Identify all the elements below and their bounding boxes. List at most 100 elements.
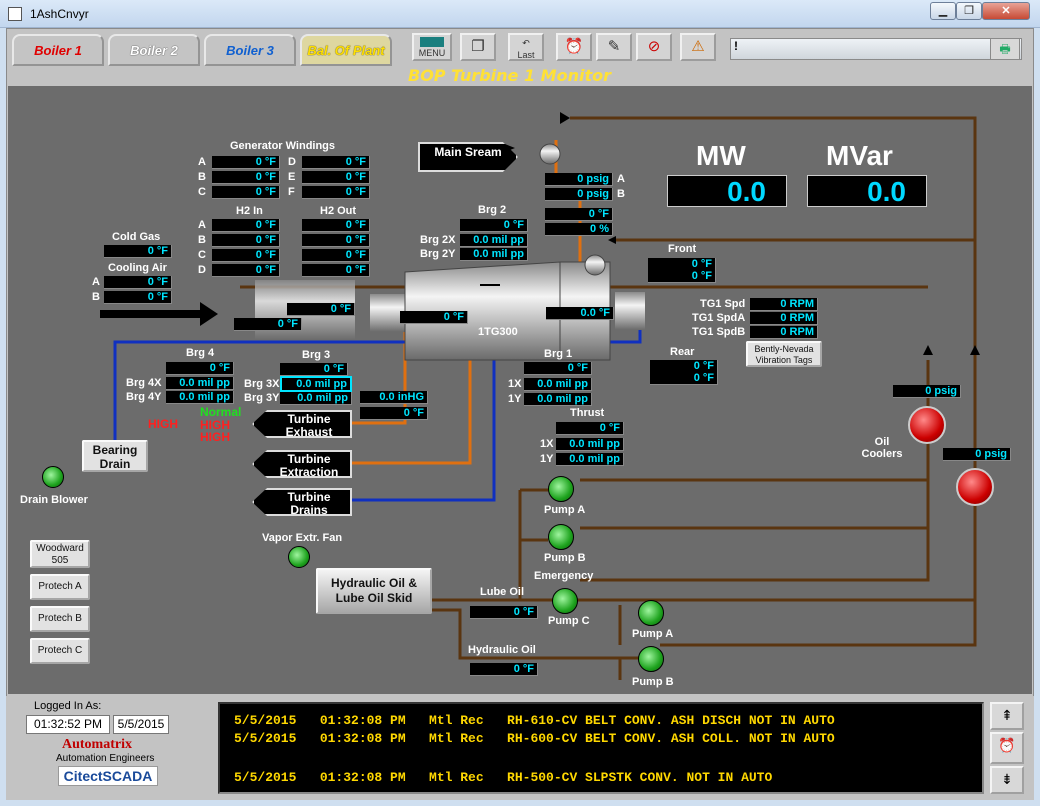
brg4-temp: 0 °F (166, 362, 234, 375)
alarm-row[interactable]: 5/5/2015 01:32:08 PM Mtl Rec RH-610-CV B… (234, 713, 835, 728)
login-date: 5/5/2015 (113, 715, 169, 734)
scroll-up-button[interactable]: ⇞ (990, 702, 1024, 730)
clock-check-icon: ⏰ (998, 737, 1016, 753)
automatrix-logo: Automatrix (62, 737, 132, 752)
vapor-extr-fan-icon[interactable] (288, 546, 310, 568)
brg3-label: Brg 3 (302, 349, 331, 361)
alarm-row[interactable]: 5/5/2015 01:32:08 PM Mtl Rec RH-500-CV S… (234, 770, 772, 785)
tg1-spd-value: 0 RPM (750, 298, 818, 311)
main-steam-pb-label: B (617, 188, 625, 200)
main-steam-link[interactable]: Main Sream (418, 142, 518, 172)
scroll-down-button[interactable]: ⇟ (990, 766, 1024, 794)
pump-b-icon[interactable] (548, 524, 574, 550)
winding-b-value: 0 °F (212, 171, 280, 184)
lube-oil-value: 0 °F (470, 606, 538, 619)
thrust-x-label: 1X (540, 438, 554, 450)
cooling-air-a-value: 0 °F (104, 276, 172, 289)
winding-c-value: 0 °F (212, 186, 280, 199)
hydraulic-pump-b-label: Pump B (632, 676, 674, 688)
scroll-down-icon: ⇟ (1001, 771, 1013, 787)
thrust-x-value: 0.0 mil pp (556, 438, 624, 451)
brg3x-value[interactable]: 0.0 mil pp (280, 376, 352, 392)
tg1-spdb-label: TG1 SpdB (692, 326, 746, 338)
brg2y-value: 0.0 mil pp (460, 248, 528, 261)
h2-label-a: A (198, 219, 206, 231)
winding-label-a: A (198, 156, 206, 168)
pump-c-label: Pump C (548, 615, 590, 627)
front-label: Front (668, 243, 697, 255)
thrust-y-value: 0.0 mil pp (556, 453, 624, 466)
brg3-temp: 0 °F (280, 363, 348, 376)
brg4y-label: Brg 4Y (126, 391, 162, 403)
drain-blower-label: Drain Blower (20, 494, 88, 506)
pump-a-icon[interactable] (548, 476, 574, 502)
h2-out-d: 0 °F (302, 264, 370, 277)
scroll-up-icon: ⇞ (1001, 707, 1013, 723)
oil-cooler-1-pressure: 0 psig (893, 385, 961, 398)
hydraulic-pump-a-label: Pump A (632, 628, 674, 640)
protech-b-button[interactable]: Protech B (30, 606, 90, 632)
cooling-air-label: Cooling Air (108, 262, 167, 274)
thrust-temp: 0 °F (556, 422, 624, 435)
cooling-air-a-label: A (92, 276, 100, 288)
exhaust-temp: 0 °F (360, 407, 428, 420)
pump-a-label: Pump A (544, 504, 586, 516)
brg1-temp: 0 °F (524, 362, 592, 375)
turbine-extraction-link[interactable]: Turbine Extraction (252, 450, 352, 478)
oil-cooler-1-icon (908, 406, 946, 444)
alarm-ack-button[interactable]: ⏰ (990, 732, 1024, 764)
brg2y-label: Brg 2Y (420, 248, 456, 260)
winding-e-value: 0 °F (302, 171, 370, 184)
turbine-temp: 0.0 °F (546, 307, 614, 320)
mw-label: MW (696, 140, 746, 171)
front-temp-2: 0 °F (648, 270, 716, 283)
hydraulic-oil-value: 0 °F (470, 663, 538, 676)
alarm-row[interactable]: 5/5/2015 01:32:08 PM Mtl Rec RH-600-CV B… (234, 731, 835, 746)
tg1-spda-value: 0 RPM (750, 312, 818, 325)
pump-b-label: Pump B (544, 552, 586, 564)
protech-c-button[interactable]: Protech C (30, 638, 90, 664)
main-steam-temp: 0 °F (545, 208, 613, 221)
bearing-drain-button[interactable]: Bearing Drain (82, 440, 148, 472)
hydraulic-oil-label: Hydraulic Oil (468, 644, 536, 656)
brg1y-value: 0.0 mil pp (524, 393, 592, 406)
main-steam-pressure-b: 0 psig (545, 188, 613, 201)
oil-cooler-2-icon (956, 468, 994, 506)
alarm-list: 5/5/2015 01:32:08 PM Mtl Rec RH-610-CV B… (218, 702, 984, 794)
main-steam-pa-label: A (617, 173, 625, 185)
turbine-drains-link[interactable]: Turbine Drains (252, 488, 352, 516)
brg1-label: Brg 1 (544, 348, 573, 360)
emergency-label: Emergency (534, 570, 594, 582)
exhaust-vacuum: 0.0 inHG (360, 391, 428, 404)
h2-in-b: 0 °F (212, 234, 280, 247)
cold-gas-value: 0 °F (104, 245, 172, 258)
turbine-exhaust-link[interactable]: Turbine Exhaust (252, 410, 352, 438)
pump-c-icon[interactable] (552, 588, 578, 614)
bently-nevada-button[interactable]: Bently-Nevada Vibration Tags (746, 341, 822, 367)
status-normal: Normal (200, 405, 242, 419)
mvar-label: MVar (826, 140, 893, 171)
brg2-temp: 0 °F (460, 219, 528, 232)
winding-label-b: B (198, 171, 206, 183)
brg2x-label: Brg 2X (420, 234, 456, 246)
h2-in-a: 0 °F (212, 219, 280, 232)
generator-temp-1: 0 °F (287, 303, 355, 316)
hydraulic-pump-a-icon[interactable] (638, 600, 664, 626)
brg4y-value: 0.0 mil pp (166, 391, 234, 404)
hydraulic-pump-b-icon[interactable] (638, 646, 664, 672)
generator-temp-2: 0 °F (234, 318, 302, 331)
brg1x-label: 1X (508, 378, 522, 390)
mvar-value: 0.0 (807, 175, 927, 207)
woodward-505-button[interactable]: Woodward 505 (30, 540, 90, 568)
automation-engineers-text: Automation Engineers (56, 753, 155, 764)
vapor-extr-fan-label: Vapor Extr. Fan (262, 532, 343, 544)
winding-label-d: D (288, 156, 296, 168)
brg1y-label: 1Y (508, 393, 522, 405)
drain-blower-icon[interactable] (42, 466, 64, 488)
rear-temp-2: 0 °F (650, 372, 718, 385)
oil-coolers-label: Oil Coolers (861, 436, 903, 460)
brg3y-value: 0.0 mil pp (280, 392, 352, 405)
protech-a-button[interactable]: Protech A (30, 574, 90, 600)
generator-windings-title: Generator Windings (230, 140, 336, 152)
oil-skid-button[interactable]: Hydraulic Oil & Lube Oil Skid (316, 568, 432, 614)
